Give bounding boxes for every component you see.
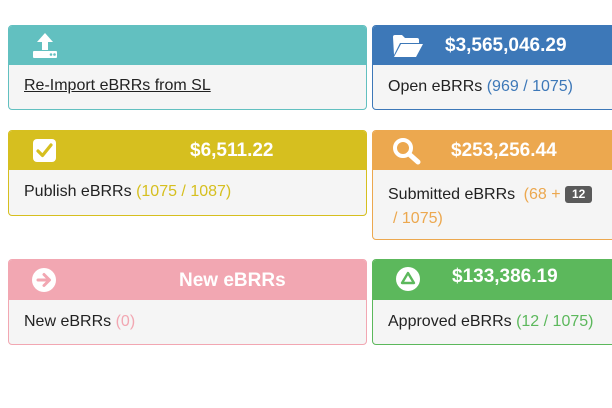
new-ebrrs-card[interactable]: New eBRRs New eBRRs (0) [8, 259, 367, 345]
submitted-ebrrs-card[interactable]: $253,256.44 Submitted eBRRs (68 + 12 / 1… [372, 130, 612, 240]
search-icon [392, 137, 422, 170]
open-ebrrs-count: (969 / 1075) [486, 78, 573, 95]
open-ebrrs-label: Open eBRRs [388, 78, 483, 95]
approved-ebrrs-label: Approved eBRRs [388, 313, 512, 330]
approved-ebrrs-count: (12 / 1075) [516, 313, 594, 330]
reimport-card-header [9, 26, 366, 65]
submitted-ebrrs-label: Submitted eBRRs [388, 186, 516, 203]
new-ebrrs-label: New eBRRs [24, 313, 112, 330]
submitted-ebrrs-badge: 12 [565, 186, 593, 204]
new-ebrrs-count: (0) [115, 313, 136, 330]
new-ebrrs-header: New eBRRs [9, 260, 366, 300]
reimport-link[interactable]: Re-Import eBRRs from SL [24, 77, 211, 94]
approved-ebrrs-header: $133,386.19 [373, 260, 612, 300]
upload-icon [31, 32, 59, 64]
submitted-ebrrs-header: $253,256.44 [373, 131, 612, 170]
checkbox-icon [32, 138, 57, 168]
submitted-ebrrs-count-end: / 1075) [393, 210, 443, 227]
publish-ebrrs-header: $6,511.22 [9, 131, 366, 170]
new-ebrrs-title: New eBRRs [179, 270, 286, 291]
approved-ebrrs-amount: $133,386.19 [452, 266, 558, 287]
open-ebrrs-amount: $3,565,046.29 [445, 35, 567, 56]
publish-ebrrs-label: Publish eBRRs [24, 183, 132, 200]
submitted-ebrrs-amount: $253,256.44 [451, 140, 557, 161]
approved-ebrrs-card[interactable]: $133,386.19 Approved eBRRs (12 / 1075) [372, 259, 612, 345]
publish-ebrrs-card[interactable]: $6,511.22 Publish eBRRs (1075 / 1087) [8, 130, 367, 216]
submitted-ebrrs-count-start: (68 + [523, 186, 561, 203]
publish-ebrrs-count: (1075 / 1087) [136, 183, 232, 200]
folder-open-icon [392, 34, 424, 63]
publish-ebrrs-amount: $6,511.22 [190, 140, 274, 161]
triangle-circle-icon [395, 266, 421, 297]
arrow-right-circle-icon [31, 267, 57, 298]
open-ebrrs-card[interactable]: $3,565,046.29 Open eBRRs (969 / 1075) [372, 25, 612, 110]
reimport-card[interactable]: Re-Import eBRRs from SL [8, 25, 367, 110]
open-ebrrs-header: $3,565,046.29 [373, 26, 612, 65]
